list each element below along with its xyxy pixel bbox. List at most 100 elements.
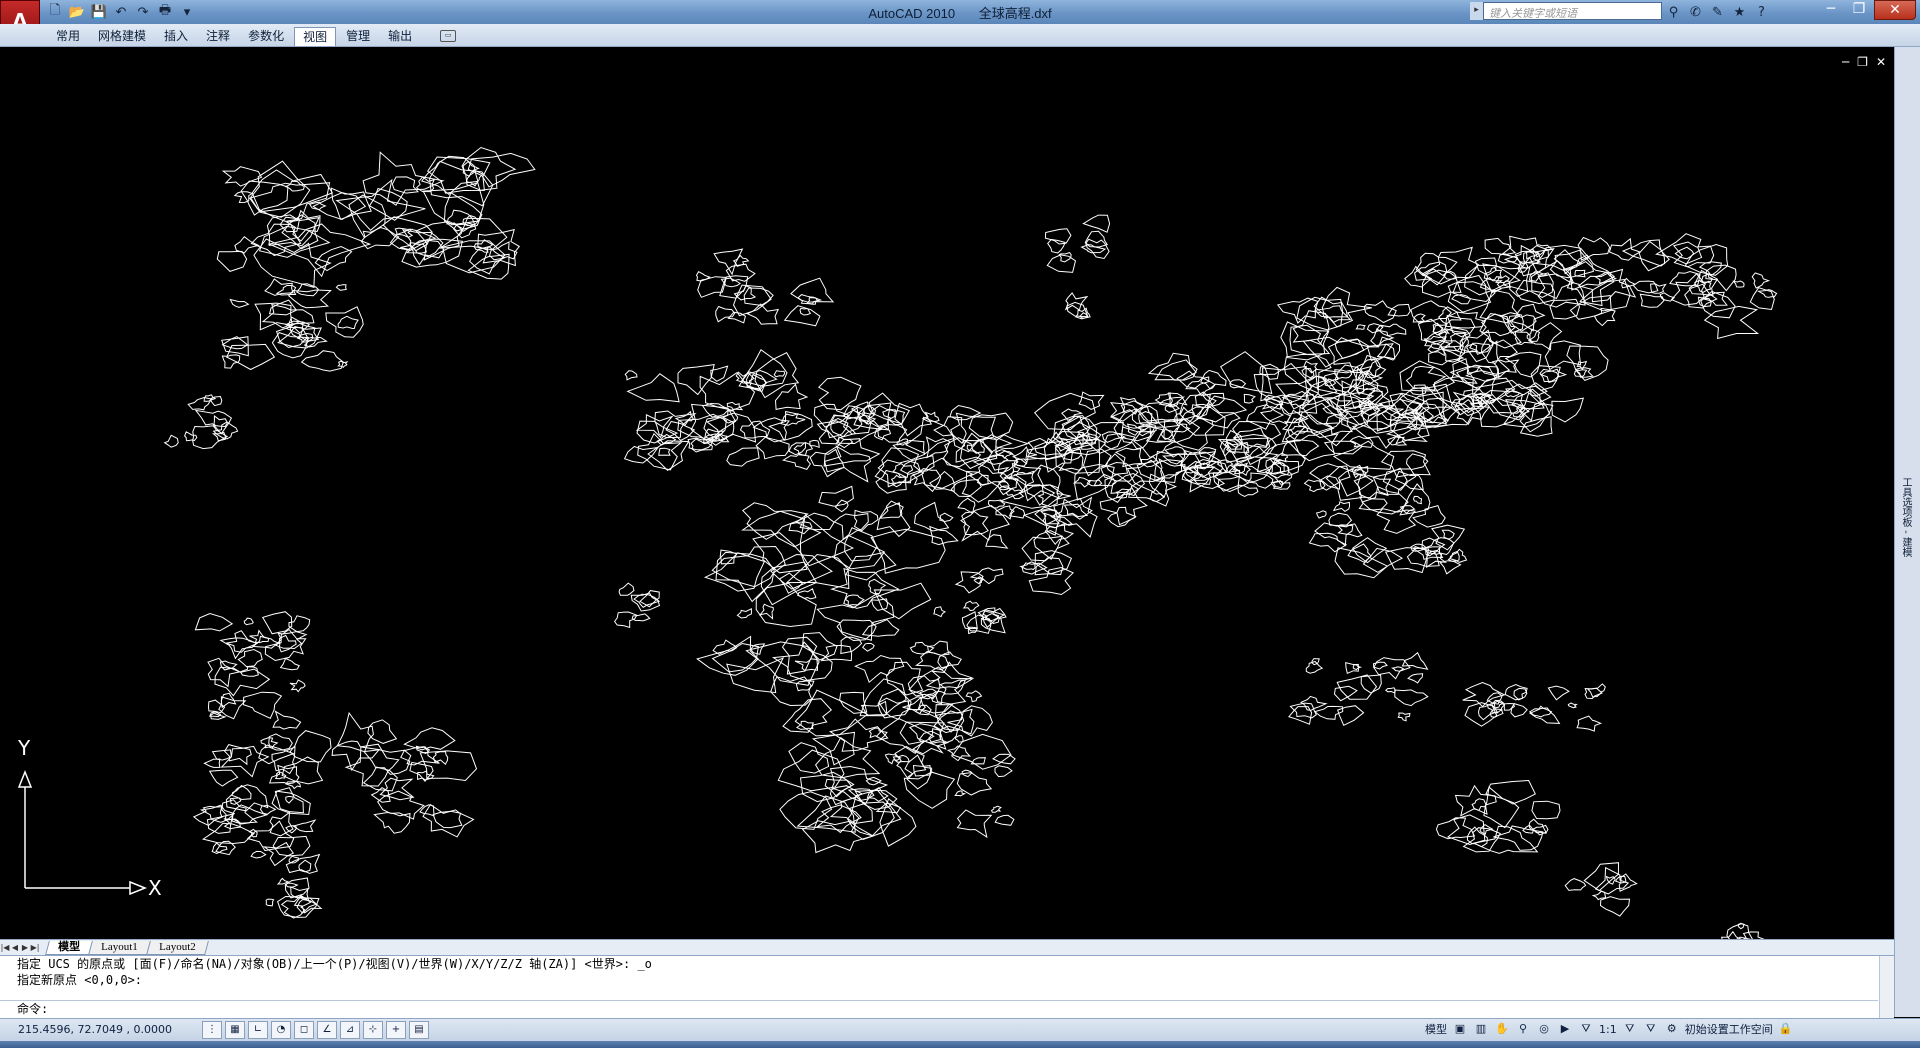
command-history: 指定 UCS 的原点或 [面(F)/命名(NA)/对象(OB)/上一个(P)/视… <box>0 956 1894 988</box>
tab-5[interactable]: 视图 <box>294 27 337 46</box>
layout-tab-1[interactable]: Layout1 <box>88 940 151 955</box>
doc-minimize-button[interactable]: ─ <box>1842 55 1849 69</box>
prev-layout-icon[interactable]: ◀ <box>10 943 20 952</box>
lineweight-toggle-icon[interactable]: + <box>386 1021 406 1039</box>
close-button[interactable]: ✕ <box>1874 0 1916 20</box>
ortho-toggle-icon[interactable]: ∟ <box>248 1021 268 1039</box>
layout-icon[interactable]: ▣ <box>1452 1021 1468 1037</box>
snap-toggle-icon[interactable]: ⋮ <box>202 1021 222 1039</box>
model-space-label[interactable]: 模型 <box>1425 1021 1447 1037</box>
communication-center-icon[interactable]: ✆ <box>1686 3 1705 22</box>
ribbon-minimize-icon[interactable]: ▭ <box>440 30 457 42</box>
open-icon[interactable]: 📂 <box>68 3 86 21</box>
contour-line <box>1200 369 1227 390</box>
contour-line <box>1043 430 1084 461</box>
contour-line <box>184 431 198 442</box>
command-input[interactable]: 命令: <box>0 1000 1878 1018</box>
ducs-toggle-icon[interactable]: ⊿ <box>340 1021 360 1039</box>
qat-dropdown-icon[interactable]: ▾ <box>178 3 196 21</box>
search-input[interactable]: 键入关键字或短语 <box>1470 2 1662 20</box>
osnap-toggle-icon[interactable]: ◻ <box>294 1021 314 1039</box>
workspace-switcher[interactable]: 初始设置工作空间 <box>1685 1021 1773 1037</box>
grid-toggle-icon[interactable]: ▦ <box>225 1021 245 1039</box>
contour-line <box>314 245 353 272</box>
tab-4[interactable]: 参数化 <box>240 27 292 45</box>
contour-line <box>229 298 250 308</box>
contour-line <box>265 898 275 907</box>
tab-2[interactable]: 插入 <box>156 27 196 45</box>
lock-icon[interactable]: 🔒 <box>1778 1021 1794 1037</box>
new-icon[interactable]: 🗋 <box>46 3 64 21</box>
palette-label: 工具选项板 - 建模 <box>1900 477 1911 557</box>
showmotion-icon[interactable]: ▶ <box>1557 1021 1573 1037</box>
contour-line <box>696 635 759 676</box>
tab-3[interactable]: 注释 <box>198 27 238 45</box>
pan-icon[interactable]: ✋ <box>1494 1021 1510 1037</box>
restore-button[interactable]: ❐ <box>1846 0 1872 18</box>
contour-line <box>830 567 900 609</box>
zoom-icon[interactable]: ⚲ <box>1515 1021 1531 1037</box>
tools-icon[interactable]: ✎ <box>1708 3 1727 22</box>
star-icon[interactable]: ★ <box>1730 3 1749 22</box>
layout-tab-2[interactable]: Layout2 <box>145 940 209 955</box>
contour-line <box>246 820 295 852</box>
window-controls: ─ ❐ ✕ <box>1818 0 1916 20</box>
polar-toggle-icon[interactable]: ◔ <box>271 1021 291 1039</box>
layout-view-icon[interactable]: ▥ <box>1473 1021 1489 1037</box>
contour-line <box>278 634 297 653</box>
print-icon[interactable]: 🖶 <box>156 3 174 21</box>
contour-line <box>1281 390 1308 410</box>
help-icon[interactable]: ? <box>1752 3 1771 22</box>
doc-restore-button[interactable]: ❐ <box>1857 55 1868 69</box>
contour-line <box>962 600 980 612</box>
layout-tab-bar: |◀ ◀ ▶ ▶| 模型 Layout1 Layout2 <box>0 939 1894 955</box>
annotation-scale-icon[interactable]: ⛛ <box>1578 1021 1594 1037</box>
contour-line <box>207 657 242 688</box>
contour-line <box>954 571 984 594</box>
doc-close-button[interactable]: ✕ <box>1876 55 1886 69</box>
contour-line <box>276 877 290 885</box>
next-layout-icon[interactable]: ▶ <box>20 943 30 952</box>
dyn-toggle-icon[interactable]: ⊹ <box>363 1021 383 1039</box>
qp-toggle-icon[interactable]: ▤ <box>409 1021 429 1039</box>
contour-line <box>939 512 954 523</box>
app-name: AutoCAD 2010 <box>868 6 956 21</box>
auto-scale-icon[interactable]: ⛛ <box>1643 1021 1659 1037</box>
tab-1[interactable]: 网格建模 <box>90 27 154 45</box>
contour-line <box>271 790 311 816</box>
contour-line <box>1352 663 1363 671</box>
layout-tab-0[interactable]: 模型 <box>45 940 93 955</box>
steering-wheel-icon[interactable]: ◎ <box>1536 1021 1552 1037</box>
binoculars-icon[interactable]: ⚲ <box>1664 3 1683 22</box>
save-icon[interactable]: 💾 <box>90 3 108 21</box>
coordinate-readout[interactable]: 215.4596, 72.7049 , 0.0000 <box>18 1023 172 1036</box>
workspace-gear-icon[interactable]: ⚙ <box>1664 1021 1680 1037</box>
contour-line <box>626 373 680 403</box>
drafting-toggles: ⋮ ▦ ∟ ◔ ◻ ∠ ⊿ ⊹ + ▤ <box>202 1021 429 1039</box>
otrack-toggle-icon[interactable]: ∠ <box>317 1021 337 1039</box>
first-layout-icon[interactable]: |◀ <box>0 943 10 952</box>
contour-line <box>201 822 255 845</box>
contour-line <box>1276 297 1319 324</box>
search-expand-icon[interactable]: ▸ <box>1470 2 1484 20</box>
drawing-canvas[interactable]: X Y ─ ❐ ✕ <box>0 47 1894 939</box>
annotation-scale[interactable]: 1:1 <box>1599 1023 1617 1036</box>
contour-line <box>163 434 179 448</box>
contour-line <box>799 307 812 316</box>
command-scrollbar[interactable] <box>1879 956 1894 1018</box>
redo-icon[interactable]: ↷ <box>134 3 152 21</box>
contour-line <box>325 306 364 338</box>
tab-0[interactable]: 常用 <box>48 27 88 45</box>
contour-line <box>788 742 830 774</box>
annotation-visibility-icon[interactable]: ⛛ <box>1622 1021 1638 1037</box>
undo-icon[interactable]: ↶ <box>112 3 130 21</box>
minimize-button[interactable]: ─ <box>1818 0 1844 18</box>
tab-6[interactable]: 管理 <box>338 27 378 45</box>
contour-line <box>1185 376 1216 397</box>
contour-line <box>1479 823 1494 835</box>
tab-7[interactable]: 输出 <box>380 27 420 45</box>
last-layout-icon[interactable]: ▶| <box>30 943 40 952</box>
contour-line <box>618 582 635 596</box>
tool-palette-strip[interactable]: 工具选项板 - 建模 <box>1894 47 1920 1017</box>
contour-line <box>240 180 289 216</box>
